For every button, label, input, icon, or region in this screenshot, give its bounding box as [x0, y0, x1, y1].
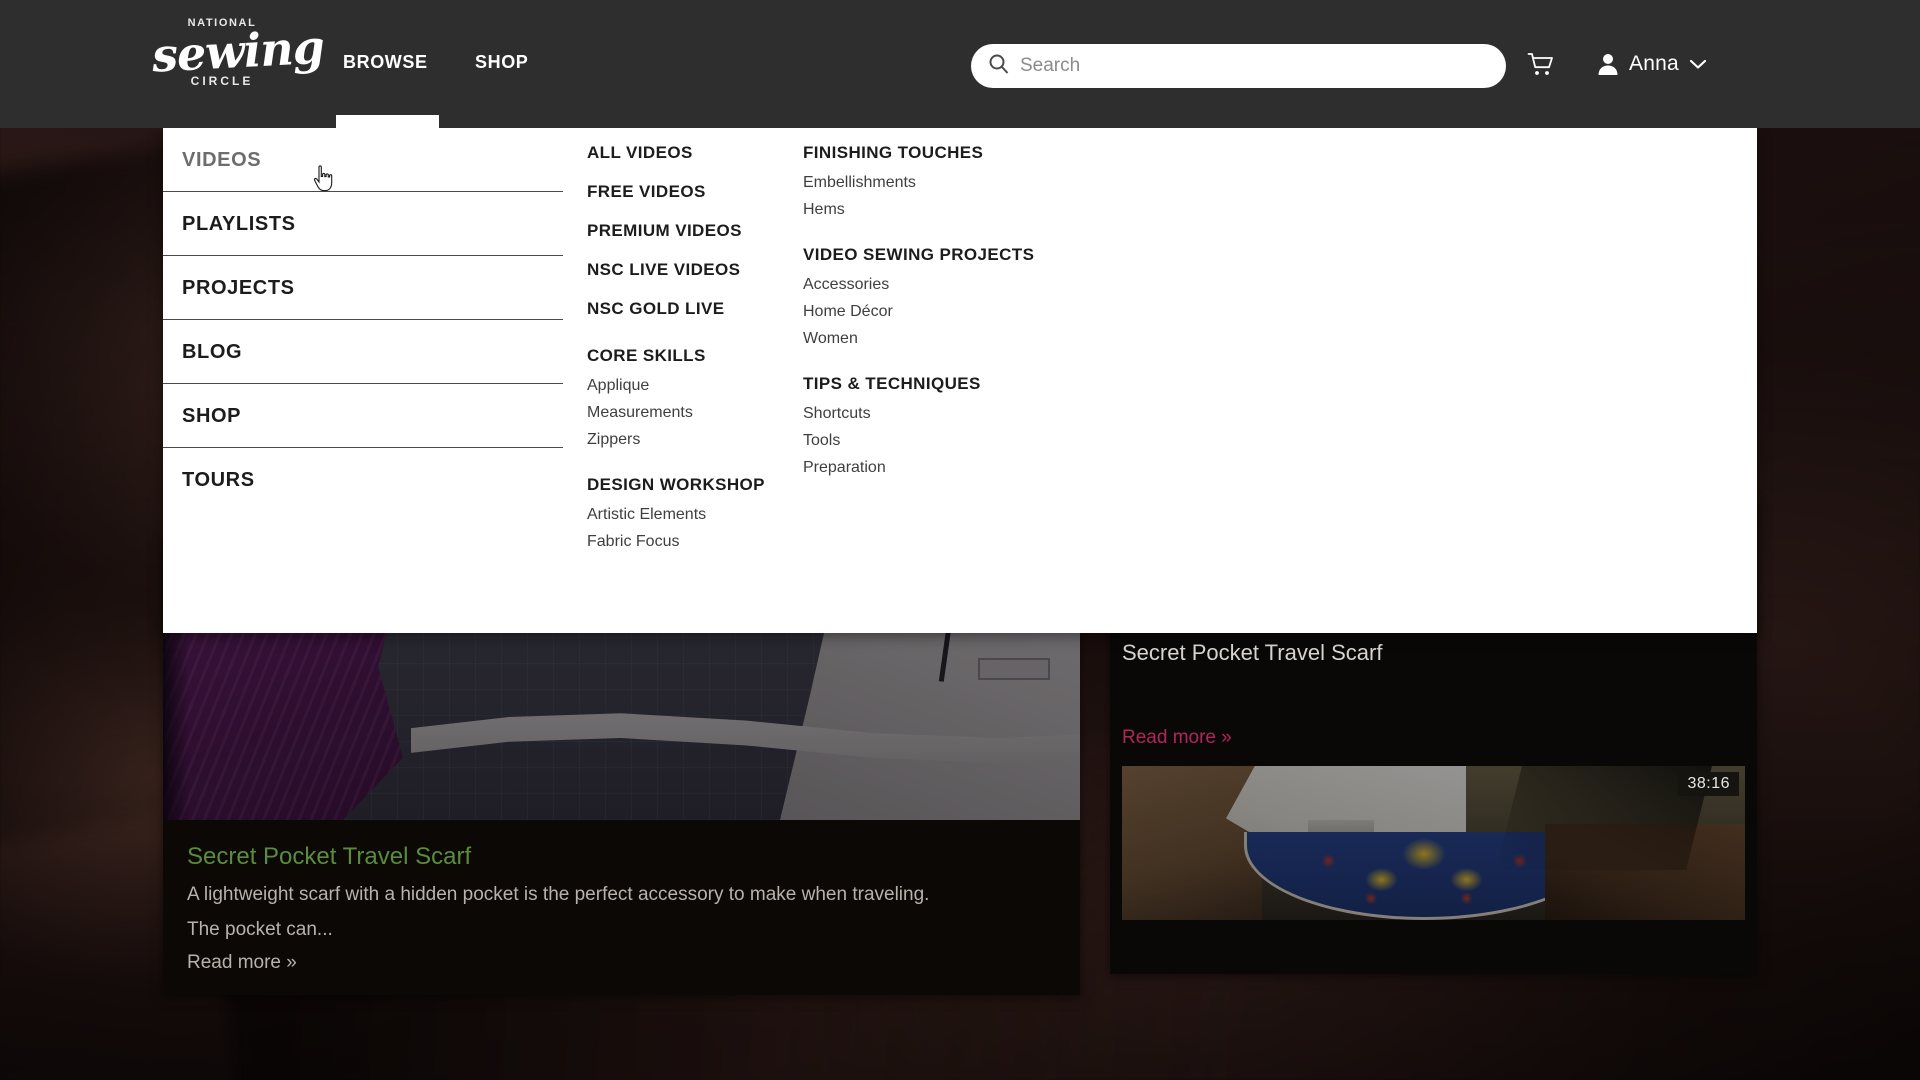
sidebar-item-label: SHOP [182, 404, 242, 427]
search-input[interactable] [1020, 46, 1460, 86]
sidebar-item-projects[interactable]: PROJECTS [163, 256, 563, 320]
user-name-label: Anna [1629, 52, 1679, 75]
sidebar-item-shop[interactable]: SHOP [163, 384, 563, 448]
menu-group-all-videos: ALL VIDEOS [587, 144, 803, 161]
menu-link-women[interactable]: Women [803, 331, 1103, 347]
sidebar-item-label: TOURS [182, 468, 255, 491]
search-icon [987, 52, 1011, 81]
menu-link-home-decor[interactable]: Home Décor [803, 304, 1103, 320]
app-root: Secret Pocket Travel Scarf A lightweight… [0, 0, 1920, 1080]
menu-heading-finishing-touches[interactable]: FINISHING TOUCHES [803, 144, 1103, 161]
user-icon [1598, 54, 1618, 75]
user-account-menu[interactable]: Anna [1597, 52, 1707, 76]
menu-heading-core-skills[interactable]: CORE SKILLS [587, 347, 803, 364]
cart-icon [1527, 53, 1553, 75]
logo-line-middle: sewing [150, 19, 326, 83]
menu-link-preparation[interactable]: Preparation [803, 460, 1103, 476]
article-card-left-description-line-1: A lightweight scarf with a hidden pocket… [187, 883, 930, 905]
sidebar-item-label: PLAYLISTS [182, 212, 296, 235]
menu-heading-all-videos[interactable]: ALL VIDEOS [587, 144, 803, 161]
article-card-left-description-line-2: The pocket can... [187, 919, 333, 941]
sidebar-item-label: PROJECTS [182, 276, 295, 299]
menu-group-nsc-live-videos: NSC LIVE VIDEOS [587, 261, 803, 278]
search-bar[interactable] [971, 44, 1506, 88]
cart-button[interactable] [1527, 52, 1555, 83]
mega-menu-column-right: FINISHING TOUCHES Embellishments Hems VI… [803, 128, 1103, 476]
menu-link-fabric-focus[interactable]: Fabric Focus [587, 534, 803, 550]
video-duration-badge: 38:16 [1678, 772, 1739, 796]
menu-heading-premium-videos[interactable]: PREMIUM VIDEOS [587, 222, 803, 239]
menu-group-premium-videos: PREMIUM VIDEOS [587, 222, 803, 239]
menu-link-measurements[interactable]: Measurements [587, 405, 803, 421]
sidebar-item-playlists[interactable]: PLAYLISTS [163, 192, 563, 256]
sidebar-item-blog[interactable]: BLOG [163, 320, 563, 384]
nav-link-shop[interactable]: SHOP [475, 52, 528, 73]
menu-group-tips-techniques: TIPS & TECHNIQUES Shortcuts Tools Prepar… [803, 375, 1103, 476]
menu-group-design-workshop: DESIGN WORKSHOP Artistic Elements Fabric… [587, 476, 803, 550]
browse-tab-active-indicator [336, 115, 439, 129]
menu-group-finishing-touches: FINISHING TOUCHES Embellishments Hems [803, 144, 1103, 218]
menu-group-core-skills: CORE SKILLS Applique Measurements Zipper… [587, 347, 803, 448]
menu-heading-tips-techniques[interactable]: TIPS & TECHNIQUES [803, 375, 1103, 392]
menu-link-applique[interactable]: Applique [587, 378, 803, 394]
article-card-left-title[interactable]: Secret Pocket Travel Scarf [187, 843, 1056, 871]
menu-heading-design-workshop[interactable]: DESIGN WORKSHOP [587, 476, 803, 493]
mega-menu-sidebar: VIDEOS PLAYLISTS PROJECTS BLOG SHOP TOUR… [163, 128, 563, 512]
top-navigation-bar: NATIONAL sewing CIRCLE BROWSE SHOP Searc… [0, 0, 1920, 128]
menu-link-hems[interactable]: Hems [803, 202, 1103, 218]
sidebar-item-tours[interactable]: TOURS [163, 448, 563, 512]
site-logo[interactable]: NATIONAL sewing CIRCLE [150, 18, 326, 110]
article-card-right-title[interactable]: Secret Pocket Travel Scarf [1122, 640, 1382, 666]
menu-group-video-sewing-projects: VIDEO SEWING PROJECTS Accessories Home D… [803, 246, 1103, 347]
chevron-down-icon [1689, 59, 1706, 69]
menu-link-embellishments[interactable]: Embellishments [803, 175, 1103, 191]
menu-link-shortcuts[interactable]: Shortcuts [803, 406, 1103, 422]
article-card-left-read-more-link[interactable]: Read more » [187, 952, 1056, 974]
menu-link-tools[interactable]: Tools [803, 433, 1103, 449]
menu-link-zippers[interactable]: Zippers [587, 432, 803, 448]
sidebar-item-videos[interactable]: VIDEOS [163, 128, 563, 192]
browse-mega-menu-panel: VIDEOS PLAYLISTS PROJECTS BLOG SHOP TOUR… [163, 128, 1757, 633]
sidebar-item-label: VIDEOS [182, 148, 262, 171]
video-dim-overlay [1122, 766, 1745, 920]
article-card-left-body: Secret Pocket Travel Scarf A lightweight… [163, 820, 1080, 974]
menu-link-artistic-elements[interactable]: Artistic Elements [587, 507, 803, 523]
menu-heading-video-sewing-projects[interactable]: VIDEO SEWING PROJECTS [803, 246, 1103, 263]
menu-heading-free-videos[interactable]: FREE VIDEOS [587, 183, 803, 200]
mega-menu-column-middle: ALL VIDEOS FREE VIDEOS PREMIUM VIDEOS NS… [587, 128, 803, 550]
menu-group-free-videos: FREE VIDEOS [587, 183, 803, 200]
menu-heading-nsc-gold-live[interactable]: NSC GOLD LIVE [587, 300, 803, 317]
nav-link-browse[interactable]: BROWSE [343, 52, 428, 73]
menu-group-nsc-gold-live: NSC GOLD LIVE [587, 300, 803, 317]
menu-heading-nsc-live-videos[interactable]: NSC LIVE VIDEOS [587, 261, 803, 278]
sidebar-item-label: BLOG [182, 340, 243, 363]
menu-link-accessories[interactable]: Accessories [803, 277, 1103, 293]
video-thumbnail[interactable]: 38:16 [1122, 766, 1745, 920]
article-card-right-read-more-link[interactable]: Read more » [1122, 727, 1232, 749]
